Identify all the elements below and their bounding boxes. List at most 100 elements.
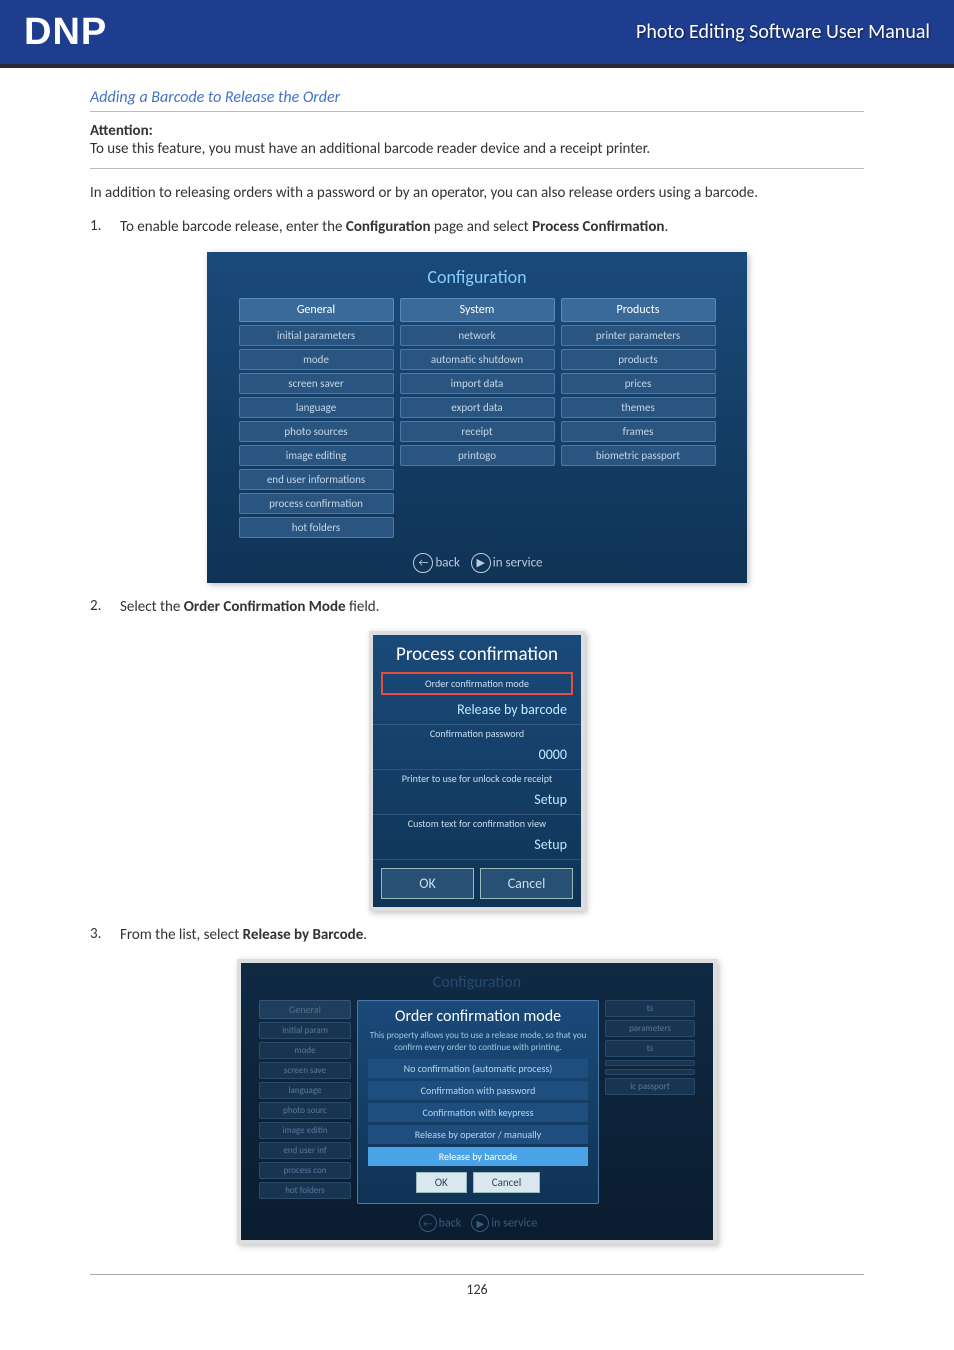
back-arrow-icon[interactable]: ← (413, 553, 433, 573)
option-confirm-password[interactable]: Confirmation with password (368, 1081, 588, 1100)
setup-button[interactable]: Setup (373, 832, 581, 860)
page-header: DNP Photo Editing Software User Manual (0, 0, 954, 68)
field-label: Confirmation password (373, 725, 581, 742)
t: . (363, 926, 367, 944)
footer-nav: ←back ▶in service (207, 553, 747, 573)
cfg-item[interactable]: automatic shutdown (400, 349, 555, 370)
t: From the list, select (120, 926, 243, 944)
screenshot-process-confirmation: Process confirmation Order confirmation … (369, 631, 585, 911)
step-number: 2. (90, 597, 120, 617)
cfg-item[interactable]: printogo (400, 445, 555, 466)
config-title: Configuration (207, 266, 747, 288)
cfg-item[interactable]: hot folders (239, 517, 394, 538)
play-icon[interactable]: ▶ (471, 553, 491, 573)
cfg-item[interactable]: products (561, 349, 716, 370)
cancel-button[interactable]: Cancel (480, 868, 573, 899)
field-value: Release by barcode (373, 697, 581, 725)
config-col-products: Products printer parameters products pri… (561, 298, 716, 541)
dialog-desc: This property allows you to use a releas… (368, 1030, 588, 1053)
bg-item: parameters (605, 1020, 695, 1037)
cfg-item[interactable]: image editing (239, 445, 394, 466)
t: To enable barcode release, enter the (120, 218, 346, 236)
screenshot-order-confirmation-mode: Configuration General initial param mode… (237, 959, 717, 1244)
bg-item (605, 1060, 695, 1066)
inservice-label[interactable]: in service (493, 555, 543, 570)
bg-item: mode (259, 1042, 351, 1059)
bg-left-col: General initial param mode screen save l… (259, 1000, 351, 1204)
step-number: 1. (90, 217, 120, 237)
play-icon: ▶ (471, 1214, 489, 1232)
cfg-item[interactable]: screen saver (239, 373, 394, 394)
field-value[interactable]: 0000 (373, 742, 581, 770)
step-1: 1. To enable barcode release, enter the … (90, 217, 864, 237)
bg-item: screen save (259, 1062, 351, 1079)
cfg-item[interactable]: end user informations (239, 469, 394, 490)
field-label: Custom text for confirmation view (373, 815, 581, 832)
inservice-label: in service (491, 1217, 537, 1231)
option-confirm-keypress[interactable]: Confirmation with keypress (368, 1103, 588, 1122)
footer-nav-dim: ←back ▶in service (241, 1214, 713, 1232)
cfg-item[interactable]: themes (561, 397, 716, 418)
cfg-item[interactable]: photo sources (239, 421, 394, 442)
page-number: 126 (90, 1274, 864, 1298)
cfg-item[interactable]: import data (400, 373, 555, 394)
bg-item: photo sourc (259, 1102, 351, 1119)
header-title: Photo Editing Software User Manual (636, 20, 930, 44)
step-text: From the list, select Release by Barcode… (120, 925, 864, 945)
cfg-item[interactable]: receipt (400, 421, 555, 442)
order-confirmation-mode-field[interactable]: Order confirmation mode (381, 672, 573, 695)
option-release-barcode[interactable]: Release by barcode (368, 1147, 588, 1166)
bg-item: process con (259, 1162, 351, 1179)
col-head: Products (561, 298, 716, 322)
cfg-item-process-confirmation[interactable]: process confirmation (239, 493, 394, 514)
col-head: System (400, 298, 555, 322)
bg-item: hot folders (259, 1182, 351, 1199)
step-text: Select the Order Confirmation Mode field… (120, 597, 864, 617)
cfg-item[interactable]: printer parameters (561, 325, 716, 346)
t: Select the (120, 598, 184, 616)
intro-paragraph: In addition to releasing orders with a p… (90, 183, 864, 203)
cfg-item[interactable]: export data (400, 397, 555, 418)
option-no-confirmation[interactable]: No confirmation (automatic process) (368, 1059, 588, 1078)
screenshot-configuration: Configuration General initial parameters… (207, 252, 747, 583)
bg-right-col: ts parameters ts ic passport (605, 1000, 695, 1204)
config-col-general: General initial parameters mode screen s… (239, 298, 394, 541)
bg-item: image editin (259, 1122, 351, 1139)
col-head: General (239, 298, 394, 322)
bg-col-head: General (259, 1000, 351, 1019)
t: . (664, 218, 668, 236)
bg-item: ts (605, 1040, 695, 1057)
step-number: 3. (90, 925, 120, 945)
ok-button[interactable]: OK (381, 868, 474, 899)
cfg-item[interactable]: prices (561, 373, 716, 394)
cfg-item[interactable]: mode (239, 349, 394, 370)
t-bold: Release by Barcode (243, 926, 364, 944)
bg-item: ts (605, 1000, 695, 1017)
cfg-item[interactable]: initial parameters (239, 325, 394, 346)
config-col-system: System network automatic shutdown import… (400, 298, 555, 541)
setup-button[interactable]: Setup (373, 787, 581, 815)
bg-title: Configuration (241, 973, 713, 992)
order-confirmation-dialog: Order confirmation mode This property al… (357, 1000, 599, 1204)
step-text: To enable barcode release, enter the Con… (120, 217, 864, 237)
back-label: back (439, 1217, 462, 1231)
cfg-item[interactable]: language (239, 397, 394, 418)
option-release-operator[interactable]: Release by operator / manually (368, 1125, 588, 1144)
cfg-item[interactable]: biometric passport (561, 445, 716, 466)
t: page and select (431, 218, 533, 236)
logo-text: DNP (24, 11, 107, 54)
ok-button[interactable]: OK (416, 1172, 467, 1193)
cfg-item[interactable]: network (400, 325, 555, 346)
pc-title: Process confirmation (373, 635, 581, 672)
bg-item: ic passport (605, 1078, 695, 1095)
logo: DNP (24, 11, 107, 54)
t: field. (346, 598, 380, 616)
step-2: 2. Select the Order Confirmation Mode fi… (90, 597, 864, 617)
cfg-item[interactable]: frames (561, 421, 716, 442)
bg-item: initial param (259, 1022, 351, 1039)
bg-item: language (259, 1082, 351, 1099)
cancel-button[interactable]: Cancel (473, 1172, 541, 1193)
attention-block: Attention: To use this feature, you must… (90, 122, 864, 169)
back-label[interactable]: back (435, 555, 459, 570)
t-bold: Configuration (346, 218, 431, 236)
